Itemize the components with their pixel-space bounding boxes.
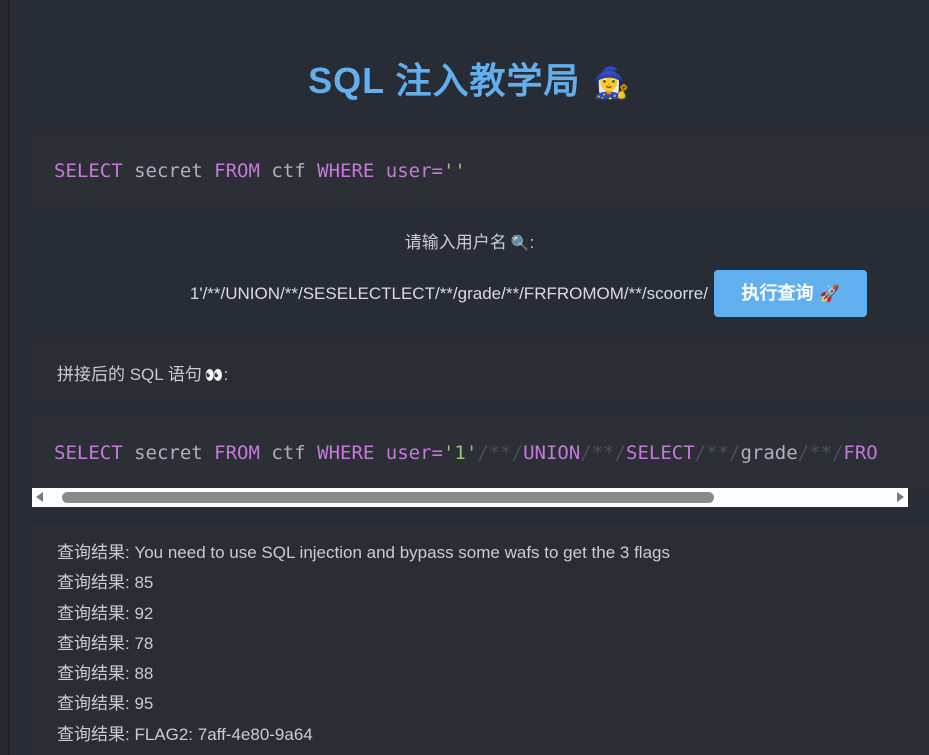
eyes-icon: 👀: [204, 367, 224, 384]
sql-keyword: UNION: [523, 442, 581, 464]
base-sql-query: SELECT secret FROM ctf WHERE user='': [32, 135, 929, 207]
prompt-colon: :: [529, 233, 535, 252]
concat-colon: :: [223, 365, 229, 384]
sql-token: secret: [122, 160, 215, 182]
sql-token: user=: [374, 160, 443, 182]
concatenated-sql-query[interactable]: SELECT secret FROM ctf WHERE user='1'/**…: [32, 415, 929, 489]
scroll-left-arrow-icon[interactable]: [36, 492, 43, 502]
page-title: SQL 注入教学局 🧙‍♀️: [10, 52, 929, 104]
result-line: 查询结果: 95: [57, 694, 154, 714]
username-prompt-text: 请输入用户名: [404, 233, 507, 252]
mage-icon: 🧙‍♀️: [592, 66, 631, 100]
sql-keyword: FRO: [843, 442, 878, 464]
sql-comment: /**/: [477, 442, 524, 464]
sql-comment: /**/: [694, 442, 741, 464]
sql-keyword: FROM: [214, 160, 260, 182]
sql-comment: /**/: [797, 442, 844, 464]
results-list: 查询结果: You need to use SQL injection and …: [57, 538, 670, 750]
sql-token: ctf: [259, 160, 318, 182]
sql-token: user=: [374, 442, 443, 464]
sql-token: grade: [740, 442, 798, 464]
main-panel: SQL 注入教学局 🧙‍♀️ SELECT secret FROM ctf WHE…: [10, 0, 929, 755]
sql-keyword: SELECT: [626, 442, 695, 464]
search-icon: 🔍: [510, 235, 530, 252]
result-line: 查询结果: You need to use SQL injection and …: [57, 543, 670, 562]
sql-keyword: WHERE: [317, 442, 375, 464]
scrollbar-thumb[interactable]: [62, 492, 714, 503]
execute-query-button[interactable]: 执行查询 🚀: [714, 270, 867, 317]
sql-token: ctf: [259, 442, 318, 464]
result-line: 查询结果: 85: [57, 573, 154, 593]
concat-section-label: 拼接后的 SQL 语句 👀:: [57, 360, 228, 385]
username-prompt: 请输入用户名 🔍:: [10, 228, 929, 253]
result-line: 查询结果: 92: [57, 603, 154, 623]
horizontal-scrollbar[interactable]: [32, 488, 908, 507]
sql-token: secret: [122, 442, 215, 464]
result-line: 查询结果: FLAG2: 7aff-4e80-9a64: [57, 724, 313, 744]
sql-string: '': [442, 160, 466, 182]
sql-keyword: WHERE: [317, 160, 375, 182]
rocket-icon: 🚀: [819, 286, 840, 303]
sql-comment: /**/: [580, 442, 627, 464]
username-input[interactable]: 1'/**/UNION/**/SESELECTLECT/**/grade/**/…: [62, 271, 712, 317]
concat-section-text: 拼接后的 SQL 语句: [57, 365, 202, 384]
sql-keyword: SELECT: [54, 160, 123, 182]
sql-keyword: SELECT: [54, 442, 123, 464]
page-title-text: SQL 注入教学局: [308, 60, 581, 101]
scroll-right-arrow-icon[interactable]: [897, 492, 904, 502]
page-edge: [0, 0, 8, 755]
execute-query-label: 执行查询: [741, 283, 814, 303]
result-line: 查询结果: 88: [57, 664, 154, 684]
sql-keyword: FROM: [214, 442, 260, 464]
sql-string: '1': [442, 442, 478, 464]
result-line: 查询结果: 78: [57, 633, 154, 653]
